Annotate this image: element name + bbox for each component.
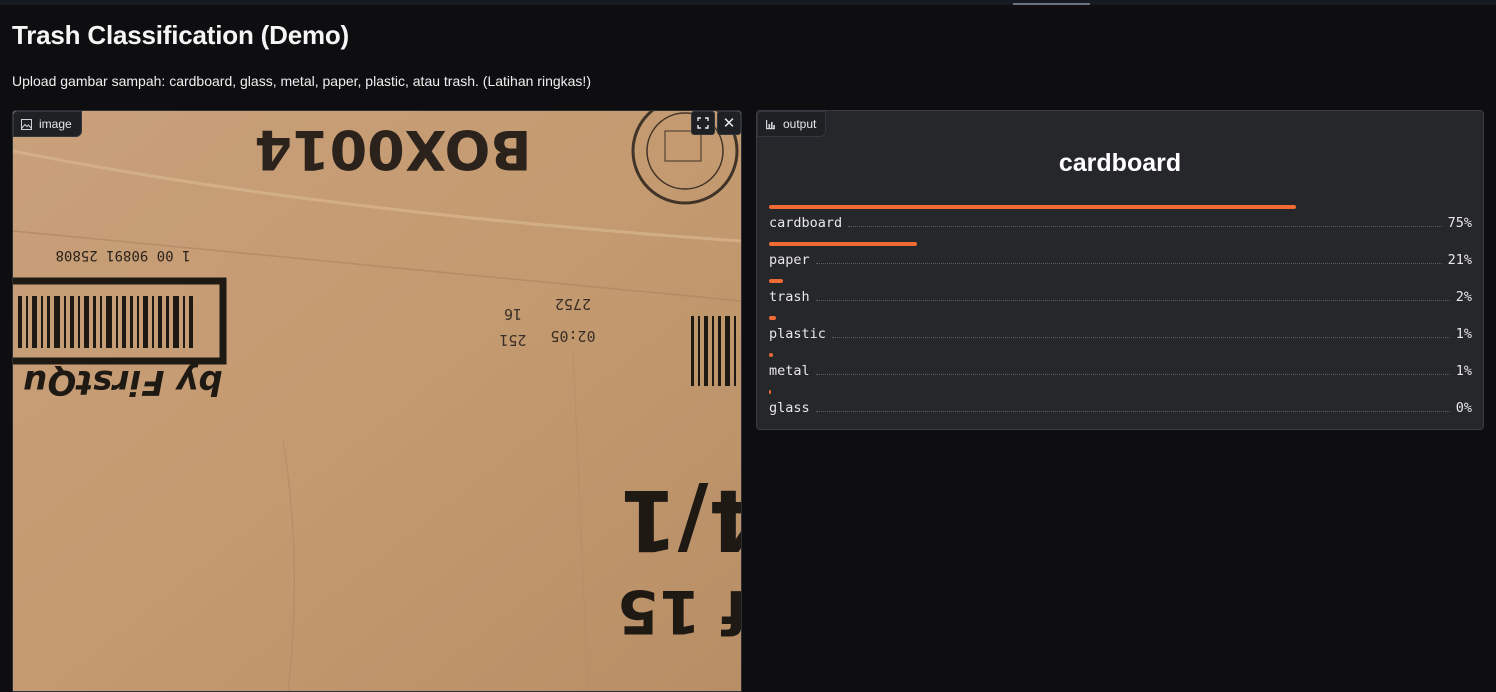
dotted-leader bbox=[848, 226, 1442, 227]
confidence-text: trash 2% bbox=[769, 289, 1472, 305]
confidence-row: metal 1% bbox=[769, 353, 1472, 390]
confidence-row: plastic 1% bbox=[769, 316, 1472, 353]
confidence-percent: 2% bbox=[1455, 289, 1472, 305]
confidence-percent: 1% bbox=[1455, 326, 1472, 342]
dotted-leader bbox=[815, 263, 1442, 264]
uploaded-cardboard-photo: BOX0014 1 00 90891 25808 2752 16 02:05 2… bbox=[13, 111, 741, 691]
active-tab-indicator bbox=[1013, 3, 1090, 5]
confidence-bar bbox=[769, 279, 783, 283]
barcode-number: 1 00 90891 25808 bbox=[56, 247, 191, 263]
confidence-class-name: cardboard bbox=[769, 215, 843, 231]
confidence-text: glass 0% bbox=[769, 400, 1472, 416]
bar-chart-icon bbox=[766, 119, 775, 129]
confidence-text: paper 21% bbox=[769, 252, 1472, 268]
page-title: Trash Classification (Demo) bbox=[12, 20, 350, 50]
confidence-bar bbox=[769, 242, 917, 246]
confidence-class-name: trash bbox=[769, 289, 810, 305]
confidence-row: cardboard 75% bbox=[769, 205, 1472, 242]
close-icon: ✕ bbox=[722, 114, 736, 132]
confidence-class-name: paper bbox=[769, 252, 810, 268]
confidence-percent: 0% bbox=[1455, 400, 1472, 416]
dotted-leader bbox=[831, 337, 1450, 338]
top-bar bbox=[0, 0, 1496, 5]
image-input-panel[interactable]: BOX0014 1 00 90891 25808 2752 16 02:05 2… bbox=[12, 110, 742, 692]
box-code-text: BOX0014 bbox=[254, 118, 531, 181]
clear-image-button[interactable]: ✕ bbox=[717, 111, 741, 135]
confidence-text: plastic 1% bbox=[769, 326, 1472, 342]
confidence-class-name: plastic bbox=[769, 326, 826, 342]
big-text-2: of 15 bbox=[617, 576, 741, 646]
image-panel-actions: ✕ bbox=[691, 111, 741, 135]
confidence-row: trash 2% bbox=[769, 279, 1472, 316]
confidence-list: cardboard 75% paper 21% trash 2% plastic 1% meta… bbox=[769, 205, 1472, 427]
confidence-percent: 75% bbox=[1447, 215, 1472, 231]
brand-text: by FirstQu bbox=[23, 362, 223, 402]
code-2752: 2752 bbox=[555, 295, 591, 313]
confidence-bar bbox=[769, 316, 776, 320]
image-panel-label: image bbox=[13, 111, 82, 137]
confidence-row: glass 0% bbox=[769, 390, 1472, 427]
confidence-text: metal 1% bbox=[769, 363, 1472, 379]
code-251: 251 bbox=[499, 331, 526, 349]
dotted-leader bbox=[815, 300, 1450, 301]
confidence-class-name: metal bbox=[769, 363, 810, 379]
big-text-1: 4/1 bbox=[619, 471, 741, 569]
image-panel-label-text: image bbox=[39, 117, 72, 131]
fullscreen-button[interactable] bbox=[691, 111, 715, 135]
confidence-percent: 21% bbox=[1447, 252, 1472, 268]
dotted-leader bbox=[815, 374, 1450, 375]
page-description: Upload gambar sampah: cardboard, glass, … bbox=[12, 73, 591, 89]
output-panel-label-text: output bbox=[783, 117, 817, 131]
confidence-row: paper 21% bbox=[769, 242, 1472, 279]
confidence-bar bbox=[769, 390, 771, 394]
confidence-bar bbox=[769, 205, 1296, 209]
code-0205: 02:05 bbox=[550, 327, 595, 345]
dotted-leader bbox=[815, 411, 1450, 412]
confidence-class-name: glass bbox=[769, 400, 810, 416]
output-panel-label: output bbox=[757, 111, 827, 137]
image-icon bbox=[21, 118, 32, 130]
code-16: 16 bbox=[504, 305, 522, 323]
fullscreen-icon bbox=[697, 117, 709, 129]
confidence-bar bbox=[769, 353, 773, 357]
confidence-percent: 1% bbox=[1455, 363, 1472, 379]
output-panel: output cardboard cardboard 75% paper 21% tra… bbox=[756, 110, 1484, 430]
confidence-text: cardboard 75% bbox=[769, 215, 1472, 231]
predicted-label: cardboard bbox=[1058, 149, 1182, 177]
